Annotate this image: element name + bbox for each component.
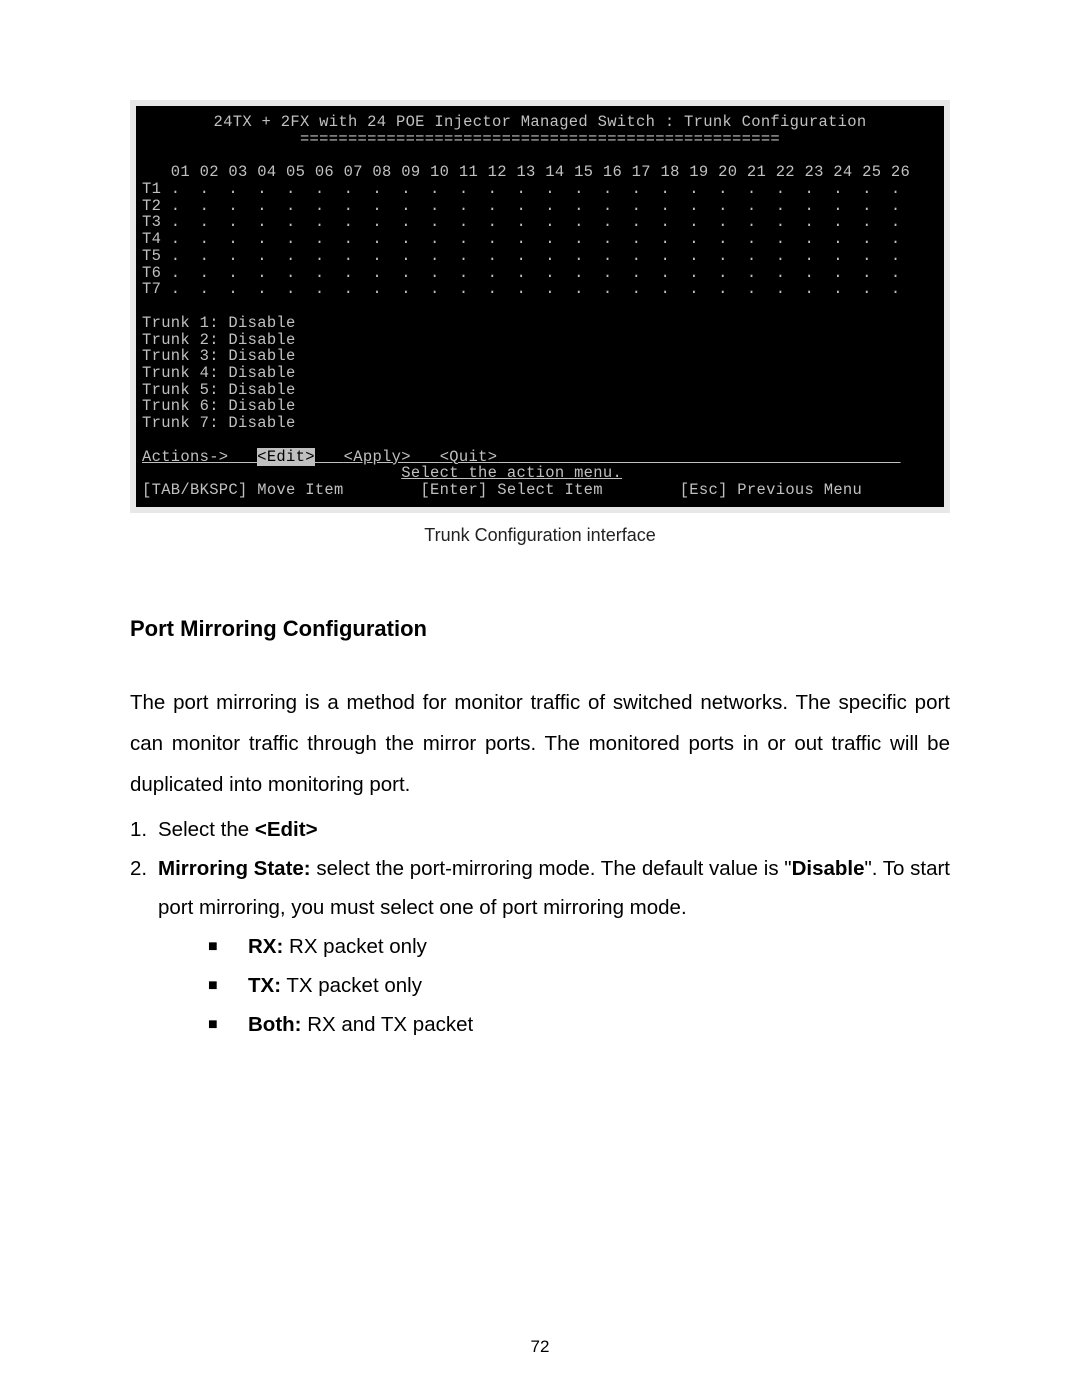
hint-text: Select the action menu.: [401, 464, 622, 482]
terminal-screenshot: 24TX + 2FX with 24 POE Injector Managed …: [130, 100, 950, 513]
trunk-state: Trunk 4: Disable: [142, 364, 296, 382]
sub-text: RX and TX packet: [302, 1013, 474, 1036]
list-number: 2.: [130, 850, 147, 889]
both-label: Both:: [248, 1013, 302, 1036]
sub-list-item: ■ TX: TX packet only: [208, 967, 950, 1006]
trunk-state: Trunk 3: Disable: [142, 347, 296, 365]
list-text: Select the: [158, 818, 255, 841]
col-header: 01 02 03 04 05 06 07 08 09 10 11 12 13 1…: [142, 163, 910, 181]
footer-enter: [Enter] Select Item: [420, 481, 602, 499]
page-number: 72: [0, 1337, 1080, 1357]
list-item: 2. Mirroring State: select the port-mirr…: [130, 850, 950, 1045]
actions-label: Actions->: [142, 448, 228, 466]
trunk-row: T7 . . . . . . . . . . . . . . . . . . .…: [142, 280, 901, 298]
list-text: select the port-mirroring mode. The defa…: [311, 857, 792, 880]
action-edit[interactable]: <Edit>: [257, 448, 315, 466]
disable-keyword: Disable: [792, 857, 865, 880]
sub-list-item: ■ RX: RX packet only: [208, 928, 950, 967]
trunk-state: Trunk 6: Disable: [142, 397, 296, 415]
trunk-state: Trunk 1: Disable: [142, 314, 296, 332]
sub-text: TX packet only: [281, 974, 422, 997]
action-apply[interactable]: <Apply>: [344, 448, 411, 466]
edit-keyword: <Edit>: [255, 818, 318, 841]
body-paragraph: The port mirroring is a method for monit…: [130, 682, 950, 805]
list-number: 1.: [130, 811, 147, 850]
trunk-row: T6 . . . . . . . . . . . . . . . . . . .…: [142, 264, 901, 282]
rx-label: RX:: [248, 935, 283, 958]
terminal-title: 24TX + 2FX with 24 POE Injector Managed …: [142, 114, 938, 131]
sub-list-item: ■ Both: RX and TX packet: [208, 1006, 950, 1045]
trunk-row: T2 . . . . . . . . . . . . . . . . . . .…: [142, 197, 901, 215]
section-heading: Port Mirroring Configuration: [130, 616, 950, 642]
action-quit[interactable]: <Quit>: [440, 448, 498, 466]
trunk-state: Trunk 2: Disable: [142, 331, 296, 349]
trunk-row: T1 . . . . . . . . . . . . . . . . . . .…: [142, 180, 901, 198]
sub-list: ■ RX: RX packet only ■ TX: TX packet onl…: [158, 928, 950, 1045]
figure-caption: Trunk Configuration interface: [130, 525, 950, 546]
trunk-row: T4 . . . . . . . . . . . . . . . . . . .…: [142, 230, 901, 248]
numbered-list: 1. Select the <Edit> 2. Mirroring State:…: [130, 811, 950, 1045]
footer-esc: [Esc] Previous Menu: [680, 481, 862, 499]
square-bullet-icon: ■: [208, 1010, 218, 1040]
trunk-state: Trunk 7: Disable: [142, 414, 296, 432]
tx-label: TX:: [248, 974, 281, 997]
terminal-divider: ========================================…: [142, 131, 938, 148]
list-item: 1. Select the <Edit>: [130, 811, 950, 850]
trunk-row: T3 . . . . . . . . . . . . . . . . . . .…: [142, 213, 901, 231]
trunk-state: Trunk 5: Disable: [142, 381, 296, 399]
mirroring-state-label: Mirroring State:: [158, 857, 311, 880]
sub-text: RX packet only: [283, 935, 427, 958]
terminal-content: 24TX + 2FX with 24 POE Injector Managed …: [136, 106, 944, 507]
square-bullet-icon: ■: [208, 971, 218, 1001]
square-bullet-icon: ■: [208, 932, 218, 962]
trunk-row: T5 . . . . . . . . . . . . . . . . . . .…: [142, 247, 901, 265]
footer-tab: [TAB/BKSPC] Move Item: [142, 481, 344, 499]
